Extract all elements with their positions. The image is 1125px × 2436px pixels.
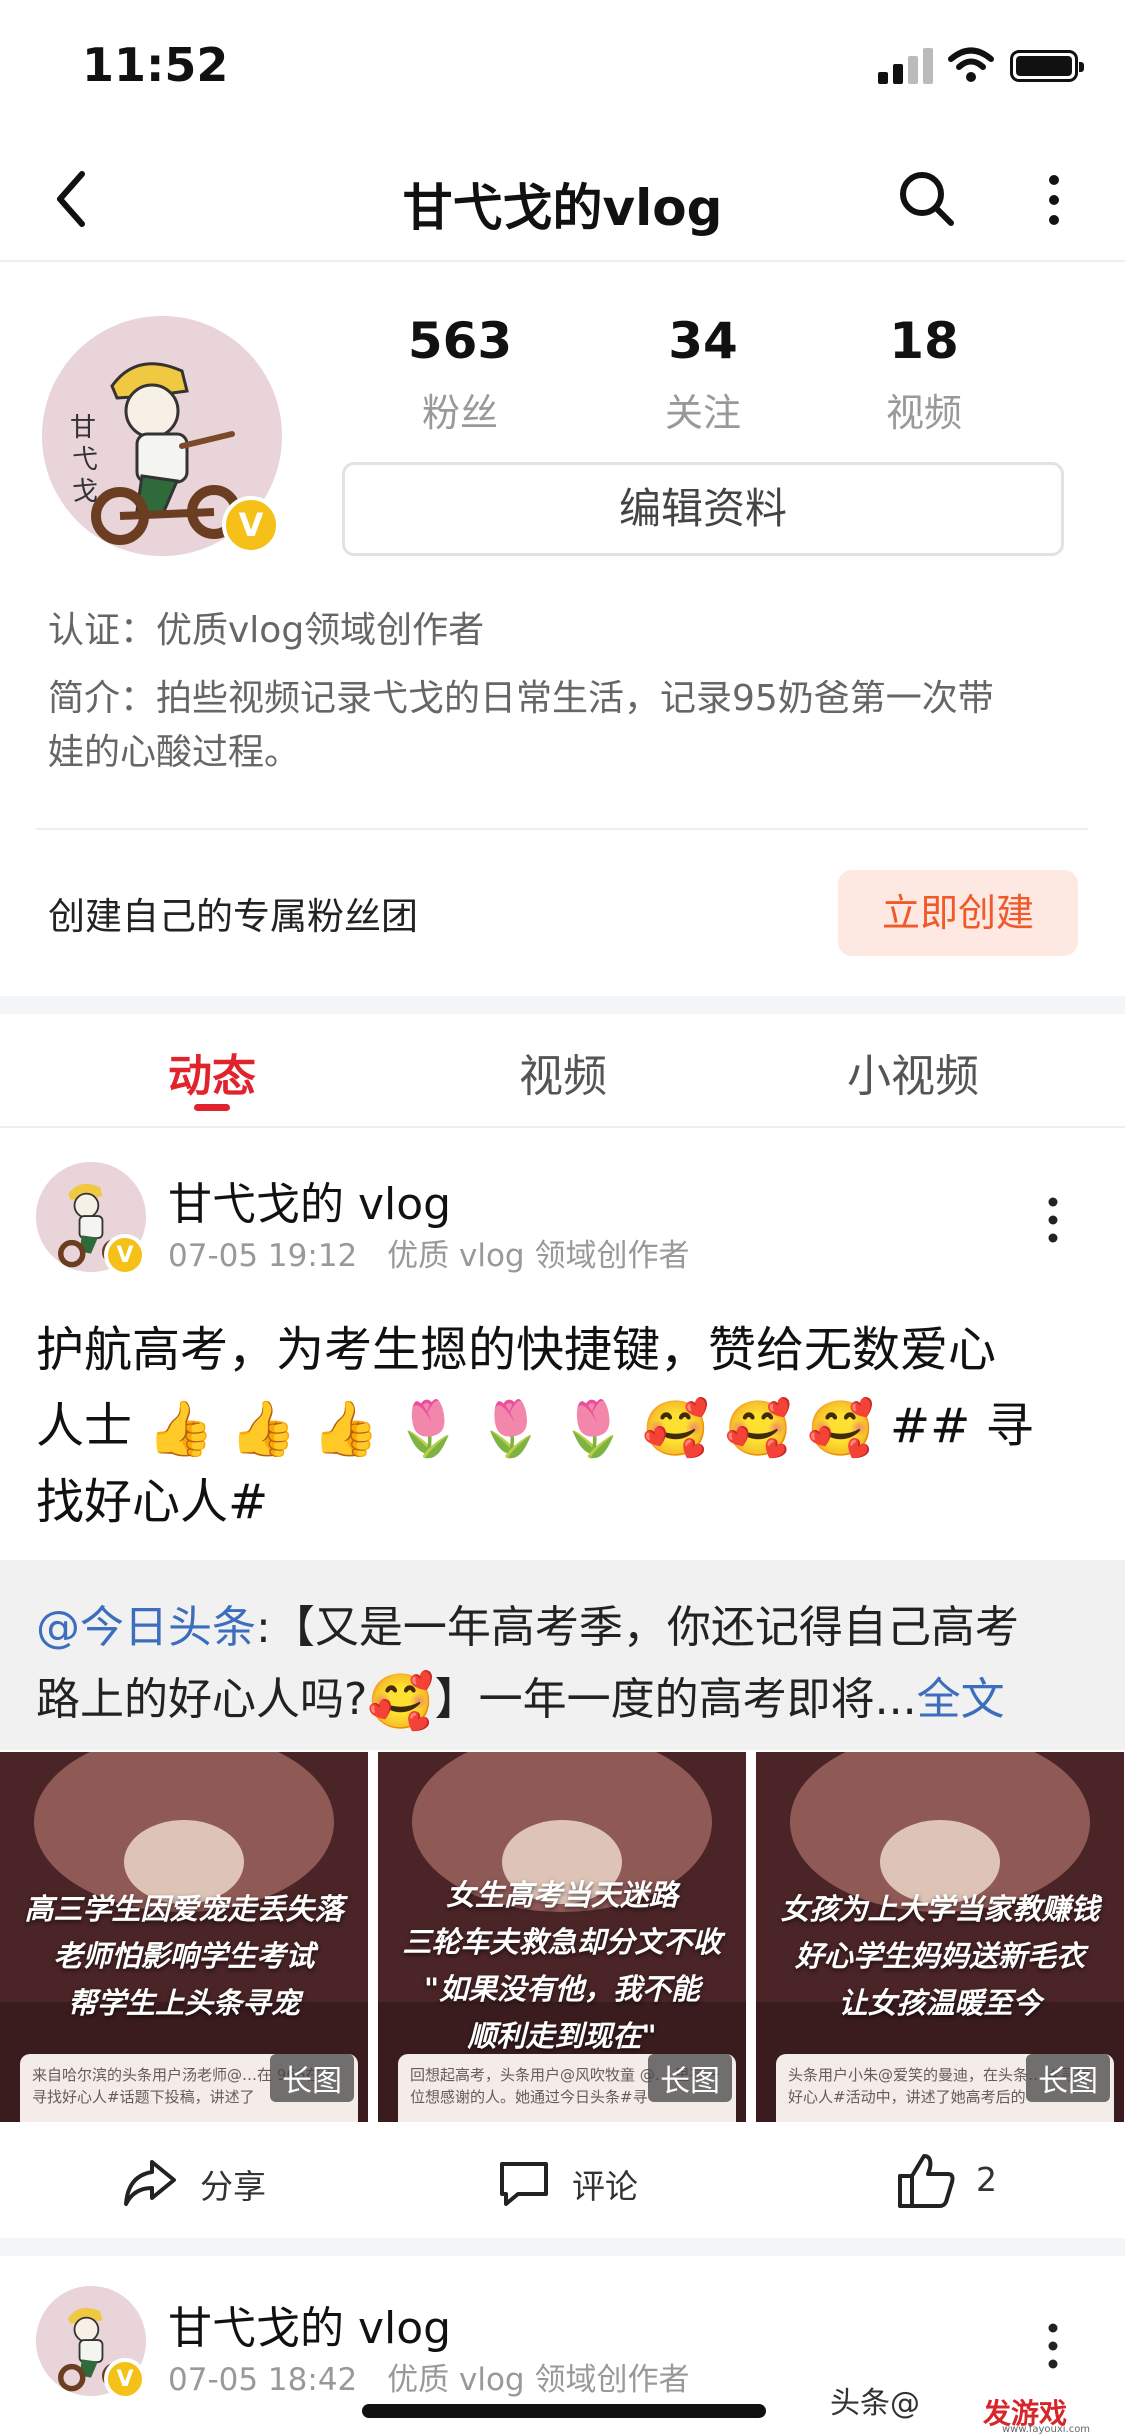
post-meta: 07-05 19:12 优质 vlog 领域创作者 — [168, 1230, 689, 1275]
site-url: www.fayouxi.com — [1002, 2424, 1091, 2435]
bio-line-1: 简介：拍些视频记录弋戈的日常生活，记录95奶爸第一次带 — [48, 678, 994, 719]
post-text-line-3: 找好心人# — [36, 1474, 269, 1530]
certification-text: 认证：优质vlog领域创作者 — [48, 610, 485, 651]
post-category: 优质 vlog 领域创作者 — [387, 2362, 690, 2398]
tulip-icon: 🌷 — [477, 1397, 545, 1460]
post-more-icon[interactable] — [1044, 2322, 1062, 2370]
heart-face-icon: 🥰 — [724, 1397, 793, 1460]
home-indicator[interactable] — [362, 2404, 766, 2418]
tab-dynamics[interactable]: 动态 — [87, 1040, 337, 1104]
videos-count[interactable]: 18 — [824, 312, 1024, 370]
post-text-line-2: 人士 👍 👍 👍 🌷 🌷 🌷 🥰 🥰 🥰 ## 寻 — [36, 1388, 1096, 1464]
following-label[interactable]: 关注 — [603, 382, 803, 437]
post-meta: 07-05 18:42 优质 vlog 领域创作者 — [168, 2354, 689, 2399]
quoted-line-1: @今日头条:【又是一年高考季，你还记得自己高考 — [36, 1592, 1096, 1664]
caption-line: 让女孩温暖至今 — [838, 1986, 1042, 2020]
post-text-prefix: 人士 — [36, 1398, 133, 1454]
quoted-line-2: 路上的好心人吗?🥰】一年一度的高考即将...全文 — [36, 1664, 1096, 1736]
svg-text:弋: 弋 — [72, 445, 98, 475]
search-icon[interactable] — [898, 170, 956, 228]
page-title: 甘弋戈的vlog — [402, 179, 723, 237]
battery-icon — [1010, 50, 1084, 82]
post-author-name[interactable]: 甘弋戈的 vlog — [168, 1168, 451, 1232]
verified-badge-icon: V — [104, 2358, 146, 2400]
following-count[interactable]: 34 — [603, 312, 803, 370]
post-text-suffix: ## 寻 — [889, 1398, 1034, 1454]
long-image-badge: 长图 — [270, 2054, 354, 2102]
like-count: 2 — [976, 2160, 997, 2199]
caption-line: 高三学生因爱宠走丢失落 — [24, 1892, 344, 1926]
mention-link[interactable]: @今日头条 — [36, 1602, 256, 1653]
bio-line-2: 娃的心酸过程。 — [48, 732, 301, 773]
tab-videos[interactable]: 视频 — [438, 1040, 688, 1104]
caption-line: 好心学生妈妈送新毛衣 — [794, 1939, 1085, 1973]
image-caption: 女孩为上大学当家教赚钱 好心学生妈妈送新毛衣 让女孩温暖至今 — [756, 1886, 1124, 2027]
image-caption: 高三学生因爱宠走丢失落 老师怕影响学生考试 帮学生上头条寻宠 — [0, 1886, 368, 2027]
tab-active-indicator — [194, 1104, 230, 1111]
thumbs-up-icon: 👍 — [229, 1397, 298, 1460]
post-time: 07-05 19:12 — [168, 1238, 358, 1274]
comment-icon[interactable] — [496, 2158, 552, 2208]
quoted-body-2: 路上的好心人吗? — [36, 1674, 368, 1725]
verified-badge-icon: V — [104, 1234, 146, 1276]
post-time: 07-05 18:42 — [168, 2362, 358, 2398]
svg-text:甘: 甘 — [70, 413, 96, 443]
create-fan-group-button[interactable]: 立即创建 — [838, 870, 1078, 956]
tulip-icon: 🌷 — [394, 1397, 463, 1460]
caption-line: "如果没有他，我不能 — [423, 1972, 701, 2006]
status-time: 11:52 — [82, 38, 229, 92]
caption-line: 三轮车夫救急却分文不收 — [402, 1925, 722, 1959]
image-caption: 女生高考当天迷路 三轮车夫救急却分文不收 "如果没有他，我不能 顺利走到现在" — [378, 1872, 746, 2060]
heart-face-icon: 🥰 — [642, 1397, 710, 1460]
like-icon[interactable] — [896, 2152, 956, 2210]
nav-divider — [0, 260, 1125, 262]
section-divider — [36, 828, 1088, 830]
watermark-text: 头条@ — [830, 2386, 920, 2421]
edit-profile-button[interactable]: 编辑资料 — [342, 462, 1064, 556]
tulip-icon: 🌷 — [559, 1397, 628, 1460]
comment-button[interactable]: 评论 — [572, 2160, 638, 2208]
caption-line: 老师怕影响学生考试 — [53, 1939, 315, 1973]
caption-line: 女生高考当天迷路 — [445, 1878, 678, 1912]
quoted-body-3: 】一年一度的高考即将... — [434, 1674, 917, 1725]
share-icon[interactable] — [122, 2158, 178, 2208]
post-more-icon[interactable] — [1044, 1196, 1062, 1244]
wifi-icon — [948, 47, 994, 82]
followers-count[interactable]: 563 — [360, 312, 560, 370]
post-image-2[interactable]: 女生高考当天迷路 三轮车夫救急却分文不收 "如果没有他，我不能 顺利走到现在" … — [378, 1752, 746, 2122]
post-image-3[interactable]: 女孩为上大学当家教赚钱 好心学生妈妈送新毛衣 让女孩温暖至今 头条用户小朱@爱笑… — [756, 1752, 1124, 2122]
caption-line: 女孩为上大学当家教赚钱 — [780, 1892, 1100, 1926]
heart-face-icon: 🥰 — [367, 1670, 435, 1733]
post-category: 优质 vlog 领域创作者 — [387, 1238, 690, 1274]
post-image-1[interactable]: 高三学生因爱宠走丢失落 老师怕影响学生考试 帮学生上头条寻宠 来自哈尔滨的头条用… — [0, 1752, 368, 2122]
share-button[interactable]: 分享 — [200, 2160, 266, 2208]
post-author-name[interactable]: 甘弋戈的 vlog — [168, 2292, 451, 2356]
long-image-badge: 长图 — [648, 2054, 732, 2102]
thumbs-up-icon: 👍 — [312, 1397, 380, 1460]
videos-label[interactable]: 视频 — [824, 382, 1024, 437]
quoted-post-text: @今日头条:【又是一年高考季，你还记得自己高考 路上的好心人吗?🥰】一年一度的高… — [36, 1592, 1096, 1736]
svg-text:戈: 戈 — [72, 477, 98, 507]
long-image-badge: 长图 — [1026, 2054, 1110, 2102]
verified-badge-icon: V — [222, 496, 280, 554]
thumbs-up-icon: 👍 — [147, 1397, 215, 1460]
post-text[interactable]: 护航高考，为考生摁的快捷键，赞给无数爱心 人士 👍 👍 👍 🌷 🌷 🌷 🥰 🥰 … — [36, 1312, 1096, 1540]
quoted-body-1: :【又是一年高考季，你还记得自己高考 — [256, 1602, 1019, 1653]
caption-line: 顺利走到现在" — [467, 2019, 657, 2053]
fan-group-text: 创建自己的专属粉丝团 — [48, 895, 418, 938]
section-gap — [0, 996, 1125, 1014]
more-icon[interactable] — [1044, 172, 1064, 228]
tab-short-videos[interactable]: 小视频 — [788, 1040, 1038, 1104]
heart-face-icon: 🥰 — [807, 1397, 875, 1460]
followers-label[interactable]: 粉丝 — [360, 382, 560, 437]
cellular-signal-icon — [878, 48, 934, 84]
tabs-divider — [0, 1126, 1125, 1128]
read-full-link[interactable]: 全文 — [917, 1674, 1005, 1725]
section-gap — [0, 2238, 1125, 2256]
post-text-line-1: 护航高考，为考生摁的快捷键，赞给无数爱心 — [36, 1322, 997, 1378]
caption-line: 帮学生上头条寻宠 — [67, 1986, 300, 2020]
